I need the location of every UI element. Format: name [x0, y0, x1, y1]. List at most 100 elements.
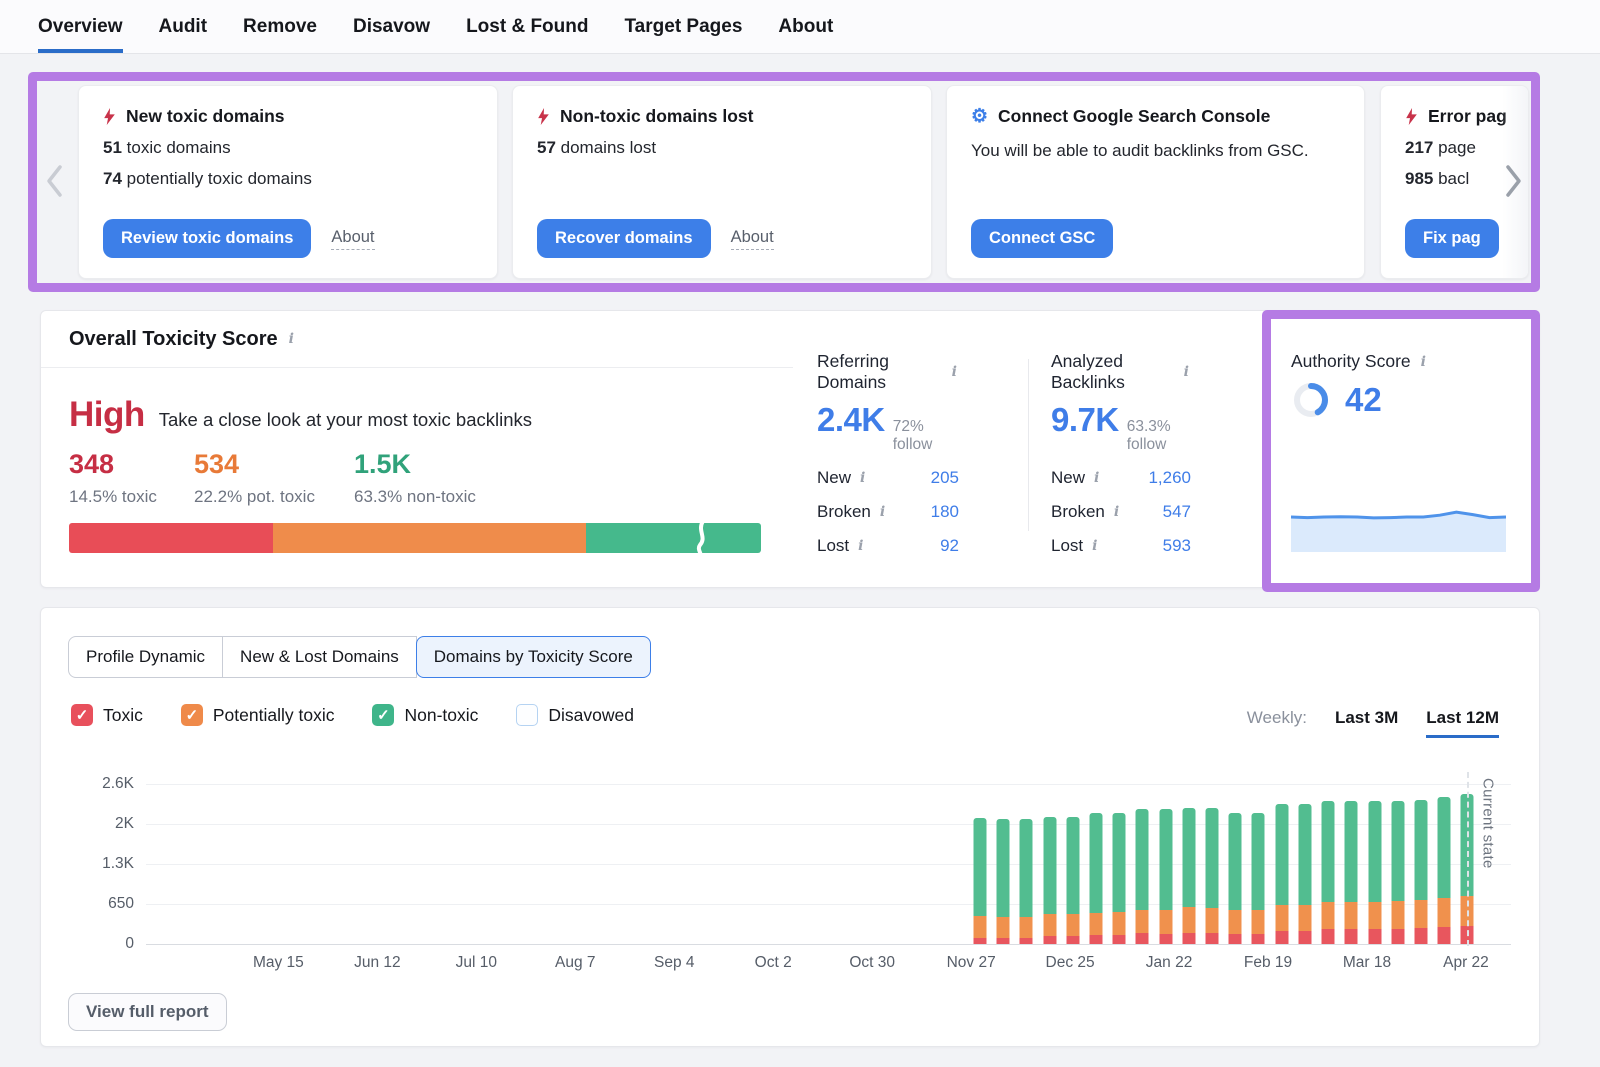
period-selector: Weekly: Last 3M Last 12M	[1247, 708, 1499, 738]
info-icon[interactable]	[1419, 354, 1428, 370]
info-icon[interactable]	[878, 504, 887, 520]
x-axis-tick: Oct 2	[755, 954, 792, 972]
carousel-next-icon[interactable]	[1499, 159, 1527, 203]
connect-gsc-button[interactable]: Connect GSC	[971, 219, 1113, 258]
bar-segment	[1345, 902, 1358, 929]
info-icon[interactable]	[950, 364, 959, 380]
bar-apr-8	[1414, 800, 1427, 944]
x-axis-tick: Oct 30	[849, 954, 895, 972]
bar-segment	[1229, 934, 1242, 944]
tab-profile-dynamic[interactable]: Profile Dynamic	[68, 636, 223, 678]
bar-segment	[997, 819, 1010, 916]
referring-domains-column: Referring Domains 2.4K 72% follow New 20…	[817, 351, 959, 556]
row-value-link[interactable]: 92	[940, 536, 959, 556]
row-value-link[interactable]: 593	[1163, 536, 1191, 556]
current-state-label: Current state	[1479, 778, 1496, 869]
period-last-12m[interactable]: Last 12M	[1426, 708, 1499, 738]
fix-pages-button[interactable]: Fix pag	[1405, 219, 1499, 258]
info-icon[interactable]	[287, 331, 296, 347]
about-link[interactable]: About	[731, 228, 774, 250]
info-icon[interactable]	[856, 538, 865, 554]
bar-segment	[1229, 910, 1242, 934]
tab-about[interactable]: About	[778, 0, 833, 53]
row-value-link[interactable]: 180	[931, 502, 959, 522]
bar-segment	[1020, 819, 1033, 916]
card-title-row: Error pag	[1405, 106, 1504, 127]
row-value-link[interactable]: 547	[1163, 502, 1191, 522]
referring-domains-total-row: 2.4K 72% follow	[817, 401, 959, 454]
period-label: Weekly:	[1247, 708, 1307, 728]
bar-apr-15	[1438, 797, 1451, 944]
bar-segment	[1368, 801, 1381, 902]
stat-text: domains lost	[556, 138, 656, 157]
about-link[interactable]: About	[331, 228, 374, 250]
card-new-toxic-domains: New toxic domains 51 toxic domains 74 po…	[78, 85, 498, 279]
chart-legend: Toxic Potentially toxic Non-toxic Disavo…	[71, 704, 634, 726]
info-icon[interactable]	[1090, 538, 1099, 554]
potentially-toxic-segment	[273, 523, 586, 553]
row-label: Lost	[817, 536, 849, 556]
card-footer: Fix pag	[1405, 219, 1499, 258]
non-toxic-segment	[586, 523, 761, 553]
chart-tab-group: Profile Dynamic New & Lost Domains Domai…	[68, 636, 651, 678]
card-title: New toxic domains	[126, 106, 285, 127]
bar-segment	[1159, 809, 1172, 909]
row-value-link[interactable]: 205	[931, 468, 959, 488]
tab-domains-by-toxicity[interactable]: Domains by Toxicity Score	[416, 636, 651, 678]
stat-row-lost: Lost 593	[1051, 536, 1191, 556]
bar-segment	[1345, 801, 1358, 903]
info-icon[interactable]	[1092, 470, 1101, 486]
metrics-panel: Overall Toxicity Score High Take a close…	[40, 310, 1540, 588]
tab-remove[interactable]: Remove	[243, 0, 317, 53]
tab-overview[interactable]: Overview	[38, 0, 123, 53]
recover-domains-button[interactable]: Recover domains	[537, 219, 711, 258]
legend-non-toxic[interactable]: Non-toxic	[372, 704, 478, 726]
legend-toxic[interactable]: Toxic	[71, 704, 143, 726]
info-icon[interactable]	[858, 470, 867, 486]
bar-mar-18	[1345, 801, 1358, 944]
card-stat-line: 217 page	[1405, 138, 1504, 158]
stat-value: 57	[537, 138, 556, 157]
bar-dec-11	[1020, 819, 1033, 944]
authority-score-sparkline	[1291, 506, 1506, 552]
info-icon[interactable]	[1112, 504, 1121, 520]
card-title: Error pag	[1428, 106, 1507, 127]
bar-segment	[1252, 910, 1265, 934]
card-title: Non-toxic domains lost	[560, 106, 753, 127]
row-value-link[interactable]: 1,260	[1148, 468, 1191, 488]
stat-row-new: New 205	[817, 468, 959, 488]
period-last-3m[interactable]: Last 3M	[1335, 708, 1398, 735]
stat-value: 985	[1405, 169, 1433, 188]
referring-domains-total: 2.4K	[817, 401, 885, 439]
bar-segment	[1275, 804, 1288, 905]
x-axis-tick: Aug 7	[555, 954, 596, 972]
legend-label: Disavowed	[548, 705, 634, 726]
tab-target-pages[interactable]: Target Pages	[624, 0, 742, 53]
bar-segment	[1206, 933, 1219, 944]
legend-potentially-toxic[interactable]: Potentially toxic	[181, 704, 335, 726]
checkbox-unchecked-icon	[516, 704, 538, 726]
toxic-segment	[69, 523, 273, 553]
authority-score-column: Authority Score 42	[1291, 351, 1506, 420]
card-title-row: New toxic domains	[103, 106, 473, 127]
bar-segment	[1275, 931, 1288, 944]
card-non-toxic-domains-lost: Non-toxic domains lost 57 domains lost R…	[512, 85, 932, 279]
bar-feb-5	[1206, 808, 1219, 944]
tab-lost-and-found[interactable]: Lost & Found	[466, 0, 588, 53]
row-label: New	[817, 468, 851, 488]
x-axis-tick: Sep 4	[654, 954, 695, 972]
bar-segment	[974, 818, 987, 916]
card-footer: Connect GSC	[971, 219, 1113, 258]
tab-disavow[interactable]: Disavow	[353, 0, 430, 53]
carousel-prev-icon[interactable]	[41, 159, 69, 203]
x-axis-tick: Jun 12	[354, 954, 401, 972]
info-icon[interactable]	[1182, 364, 1191, 380]
toxicity-level-row: High Take a close look at your most toxi…	[69, 395, 532, 435]
legend-disavowed[interactable]: Disavowed	[516, 704, 634, 726]
tab-new-lost-domains[interactable]: New & Lost Domains	[222, 636, 417, 678]
view-full-report-button[interactable]: View full report	[68, 993, 227, 1031]
potentially-toxic-count: 534	[194, 449, 239, 480]
tab-audit[interactable]: Audit	[159, 0, 208, 53]
analyzed-backlinks-title: Analyzed Backlinks	[1051, 351, 1174, 393]
review-toxic-domains-button[interactable]: Review toxic domains	[103, 219, 311, 258]
